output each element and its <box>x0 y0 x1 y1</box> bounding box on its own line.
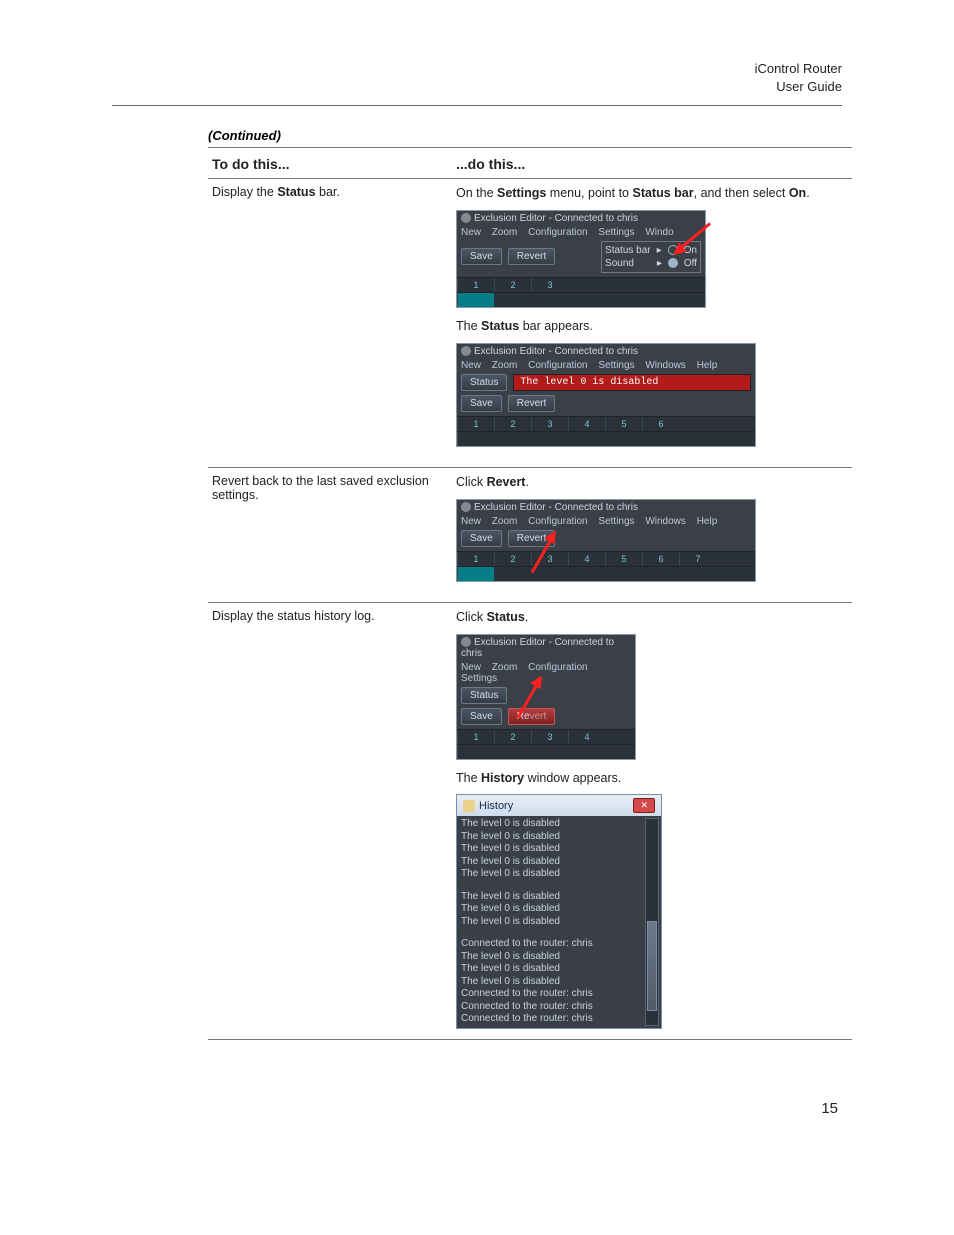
history-line <box>461 928 661 938</box>
table-header-right: ...do this... <box>452 148 852 179</box>
save-button: Save <box>461 248 502 265</box>
history-line: Connected to the router: chris <box>461 938 661 951</box>
save-button: Save <box>461 395 502 412</box>
history-line: The level 0 is disabled <box>461 818 661 831</box>
row-right-sentence: Click Status. <box>456 609 844 626</box>
scrollbar <box>645 818 659 1026</box>
history-line <box>461 881 661 891</box>
header-line1: iControl Router <box>112 60 842 78</box>
table-row: Revert back to the last saved exclusion … <box>208 467 852 602</box>
revert-button: Revert <box>508 395 555 412</box>
history-title: History <box>479 800 513 812</box>
row-right-sentence: Click Revert. <box>456 474 844 491</box>
screenshot-editor-settings: Exclusion Editor - Connected to chris Ne… <box>456 210 706 308</box>
status-button: Status <box>461 687 507 704</box>
row-right-sentence: The History window appears. <box>456 770 844 787</box>
page-number: 15 <box>112 1100 838 1117</box>
revert-button: Revert <box>508 708 555 725</box>
row-left-text: Display the Status bar. <box>212 185 340 199</box>
history-line: The level 0 is disabled <box>461 856 661 869</box>
app-icon <box>461 637 471 647</box>
row-left-text: Revert back to the last saved exclusion … <box>212 474 429 502</box>
table-header-left: To do this... <box>208 148 452 179</box>
status-button: Status <box>461 374 507 391</box>
screenshot-revert: Exclusion Editor - Connected to chris Ne… <box>456 499 756 582</box>
history-line: The level 0 is disabled <box>461 831 661 844</box>
close-icon: ✕ <box>633 798 655 813</box>
history-line: The level 0 is disabled <box>461 976 661 989</box>
row-right-sentence: The Status bar appears. <box>456 318 844 335</box>
history-line: Connected to the router: chris <box>461 1013 661 1026</box>
header-divider <box>112 105 842 106</box>
status-field: The level 0 is disabled <box>513 374 751 391</box>
instruction-table: To do this... ...do this... Display the … <box>208 147 852 1040</box>
history-line: The level 0 is disabled <box>461 868 661 881</box>
history-line: The level 0 is disabled <box>461 916 661 929</box>
history-line: The level 0 is disabled <box>461 843 661 856</box>
continued-label: (Continued) <box>208 128 842 143</box>
radio-icon <box>668 258 678 268</box>
header-line2: User Guide <box>112 78 842 96</box>
history-window: History ✕ The level 0 is disabledThe lev… <box>456 794 662 1029</box>
row-right-sentence: On the Settings menu, point to Status ba… <box>456 185 844 202</box>
row-left-text: Display the status history log. <box>212 609 375 623</box>
history-line: Connected to the router: chris <box>461 988 661 1001</box>
screenshot-status-click: Exclusion Editor - Connected to chris Ne… <box>456 634 636 760</box>
save-button: Save <box>461 708 502 725</box>
history-line: The level 0 is disabled <box>461 951 661 964</box>
app-icon <box>461 502 471 512</box>
app-icon <box>461 346 471 356</box>
java-icon <box>463 800 475 812</box>
screenshot-status-bar: Exclusion Editor - Connected to chris Ne… <box>456 343 756 447</box>
history-line: The level 0 is disabled <box>461 903 661 916</box>
table-row: Display the status history log. Click St… <box>208 602 852 1039</box>
revert-button: Revert <box>508 248 555 265</box>
history-line: Connected to the router: chris <box>461 1001 661 1014</box>
save-button: Save <box>461 530 502 547</box>
history-line: The level 0 is disabled <box>461 963 661 976</box>
history-line: The level 0 is disabled <box>461 891 661 904</box>
table-row: Display the Status bar. On the Settings … <box>208 179 852 468</box>
app-icon <box>461 213 471 223</box>
